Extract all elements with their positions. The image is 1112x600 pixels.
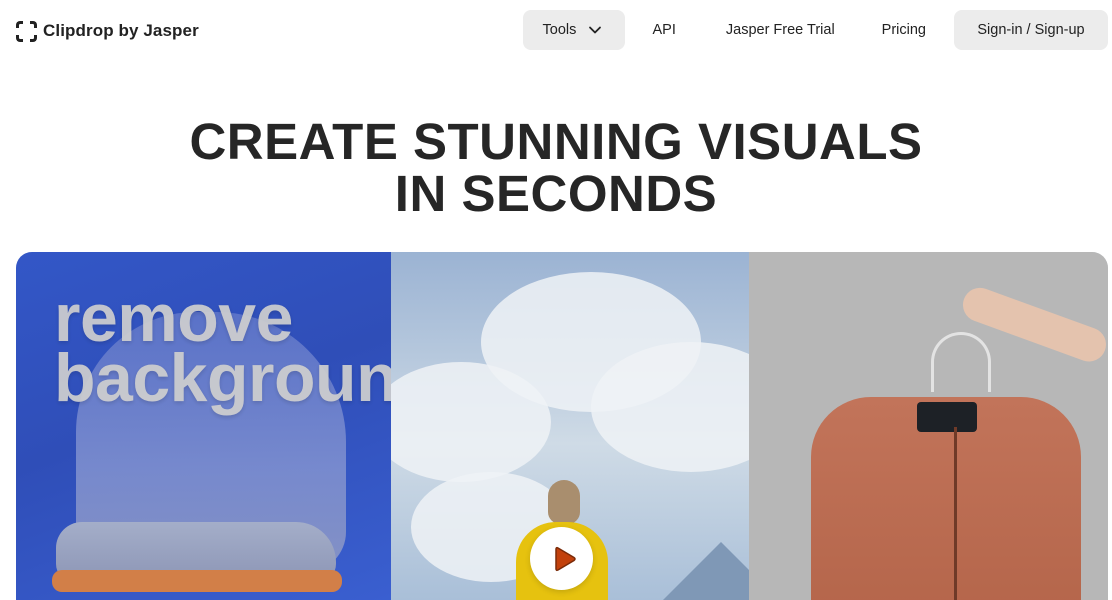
armchair-base — [52, 570, 342, 592]
signin-signup-button[interactable]: Sign-in / Sign-up — [954, 10, 1108, 50]
clipdrop-logo-link[interactable]: Clipdrop by Jasper — [16, 19, 199, 43]
play-icon — [554, 546, 576, 571]
hero-title-line-2: IN SECONDS — [394, 165, 718, 222]
main-nav: Tools API Jasper Free Trial Pricing Sign… — [522, 10, 1108, 50]
remove-background-panel: remove background — [16, 252, 391, 600]
clipdrop-logo-icon — [16, 20, 37, 42]
overlay-line-1: remove — [54, 280, 293, 356]
hero-title: CREATE STUNNING VISUALS IN SECONDS — [0, 116, 1112, 220]
person-head — [548, 480, 580, 524]
play-video-button[interactable] — [530, 527, 593, 590]
tools-label: Tools — [542, 22, 577, 38]
hero-video-preview[interactable]: remove background — [16, 252, 1108, 600]
overlay-line-2: background — [54, 340, 391, 416]
jacket-label — [917, 402, 977, 432]
tools-dropdown-button[interactable]: Tools — [522, 10, 625, 50]
chevron-down-icon — [589, 26, 602, 34]
nav-link-pricing[interactable]: Pricing — [882, 10, 926, 50]
jacket-panel — [749, 252, 1108, 600]
mountain-shape — [651, 542, 749, 600]
brand-name: Clipdrop by Jasper — [43, 21, 199, 40]
nav-link-api[interactable]: API — [653, 10, 676, 50]
video-overlay-text: remove background — [54, 280, 391, 416]
hero-title-line-1: CREATE STUNNING VISUALS — [189, 113, 923, 170]
top-navigation-bar: Clipdrop by Jasper Tools API Jasper Free… — [0, 0, 1112, 62]
jacket-zipper — [954, 427, 957, 600]
nav-link-jasper-free-trial[interactable]: Jasper Free Trial — [726, 10, 835, 50]
hanger-shape — [931, 332, 991, 392]
